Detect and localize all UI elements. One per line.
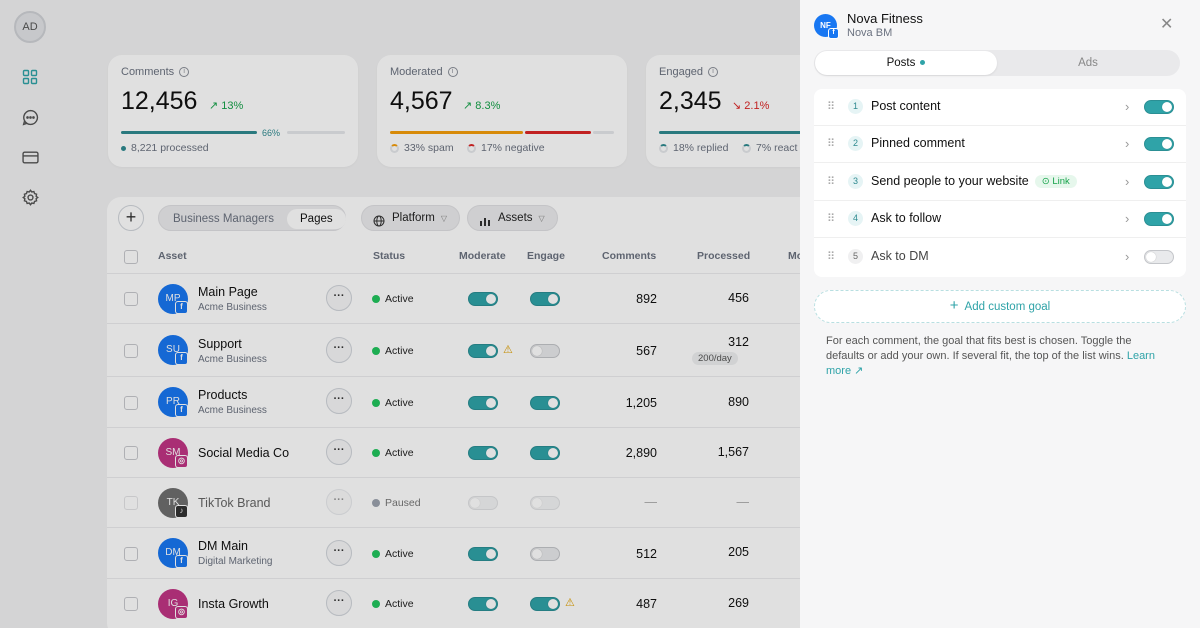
facebook-icon: f	[828, 28, 839, 39]
add-custom-goal-button[interactable]: + Add custom goal	[814, 290, 1186, 323]
goal-label: Pinned comment	[871, 136, 965, 150]
plus-icon: +	[949, 297, 959, 314]
goal-number: 4	[848, 211, 863, 226]
goal-number: 3	[848, 174, 863, 189]
goal-label: Send people to your website	[871, 174, 1029, 188]
drawer-subtitle: Nova BM	[847, 27, 893, 39]
drag-handle-icon[interactable]: ⠿	[827, 212, 835, 225]
link-badge: ⊙ Link	[1034, 175, 1077, 189]
goal-tabs: Posts Ads	[814, 50, 1180, 76]
drawer-title: Nova Fitness	[847, 11, 923, 26]
goal-label: Ask to DM	[871, 249, 929, 263]
goal-toggle[interactable]	[1144, 250, 1174, 264]
goal-list: ⠿ 1 Post content › ⠿ 2 Pinned comment › …	[814, 89, 1186, 277]
tab-posts-label: Posts	[886, 57, 916, 69]
chevron-right-icon[interactable]: ›	[1125, 99, 1129, 114]
active-dot	[920, 60, 926, 66]
modal-backdrop[interactable]	[0, 0, 800, 628]
drag-handle-icon[interactable]: ⠿	[827, 137, 835, 150]
goals-drawer: NF f Nova Fitness Nova BM ✕ Posts Ads ⠿ …	[800, 0, 1200, 628]
goal-toggle[interactable]	[1144, 212, 1174, 226]
help-text: For each comment, the goal that fits bes…	[826, 334, 1166, 379]
tab-posts[interactable]: Posts	[815, 51, 997, 75]
goal-item[interactable]: ⠿ 2 Pinned comment ›	[814, 126, 1186, 163]
tab-ads-label: Ads	[1078, 57, 1098, 69]
link-badge-text: Link	[1052, 176, 1070, 188]
chevron-right-icon[interactable]: ›	[1125, 249, 1129, 264]
tab-ads[interactable]: Ads	[997, 51, 1179, 75]
goal-label: Ask to follow	[871, 211, 942, 225]
goal-number: 5	[848, 249, 863, 264]
goal-toggle[interactable]	[1144, 100, 1174, 114]
add-goal-label: Add custom goal	[964, 301, 1051, 313]
goal-item[interactable]: ⠿ 3 Send people to your website ⊙ Link ›	[814, 164, 1186, 201]
goal-toggle[interactable]	[1144, 137, 1174, 151]
drag-handle-icon[interactable]: ⠿	[827, 175, 835, 188]
goal-item[interactable]: ⠿ 1 Post content ›	[814, 89, 1186, 126]
help-body: For each comment, the goal that fits bes…	[826, 335, 1132, 362]
goal-number: 1	[848, 99, 863, 114]
goal-item[interactable]: ⠿ 5 Ask to DM ›	[814, 239, 1186, 276]
goal-toggle[interactable]	[1144, 175, 1174, 189]
chevron-right-icon[interactable]: ›	[1125, 174, 1129, 189]
chevron-right-icon[interactable]: ›	[1125, 211, 1129, 226]
external-link-icon: ↗	[854, 365, 864, 377]
drag-handle-icon[interactable]: ⠿	[827, 250, 835, 263]
goal-label-row: Send people to your website ⊙ Link	[871, 174, 1077, 189]
drag-handle-icon[interactable]: ⠿	[827, 100, 835, 113]
goal-label: Post content	[871, 99, 941, 113]
goal-number: 2	[848, 136, 863, 151]
goal-item[interactable]: ⠿ 4 Ask to follow ›	[814, 201, 1186, 238]
chevron-right-icon[interactable]: ›	[1125, 136, 1129, 151]
close-icon[interactable]: ✕	[1160, 14, 1173, 34]
